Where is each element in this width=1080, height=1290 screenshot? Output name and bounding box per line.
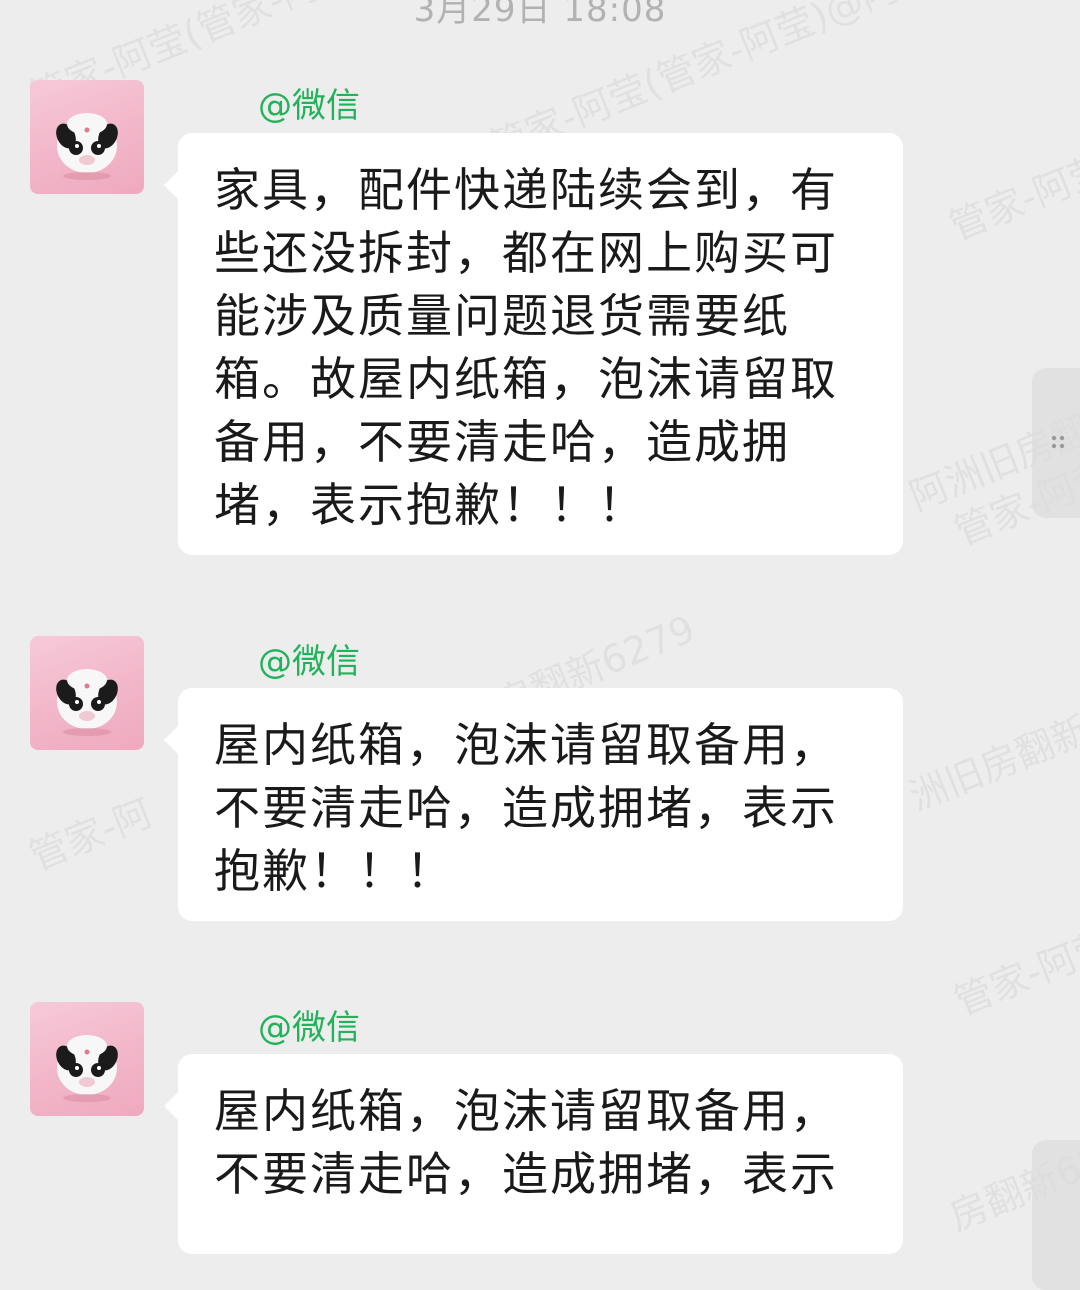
- watermark: 管家-阿莹: [943, 146, 1080, 250]
- sender-name: @微信: [258, 1008, 360, 1048]
- message-bubble[interactable]: 屋内纸箱，泡沫请留取备用，不要清走哈，造成拥堵，表示: [164, 1054, 903, 1254]
- message-bubble[interactable]: 家具，配件快递陆续会到，有些还没拆封，都在网上购买可能涉及质量问题退货需要纸箱。…: [164, 133, 903, 555]
- chat-timestamp: 3月29日 18:08: [413, 0, 667, 30]
- cow-plush-avatar: [56, 113, 118, 180]
- floating-drag-handle[interactable]: [1032, 368, 1080, 518]
- watermark: 管家-阿莹: [948, 921, 1080, 1025]
- sender-name: @微信: [258, 642, 360, 682]
- cow-plush-avatar: [56, 669, 118, 736]
- avatar[interactable]: [30, 1002, 144, 1116]
- floating-drag-handle[interactable]: [1032, 1140, 1080, 1290]
- drag-handle-icon: [1051, 435, 1065, 449]
- bubble-tail: [164, 1092, 178, 1120]
- watermark: 洲旧房翻新62: [903, 689, 1080, 820]
- avatar[interactable]: [30, 636, 144, 750]
- message-text: 屋内纸箱，泡沫请留取备用，不要清走哈，造成拥堵，表示抱歉！！！: [214, 718, 838, 898]
- cow-plush-avatar: [56, 1035, 118, 1102]
- message-text: 屋内纸箱，泡沫请留取备用，不要清走哈，造成拥堵，表示: [214, 1084, 838, 1201]
- bubble-tail: [164, 726, 178, 754]
- bubble-tail: [164, 171, 178, 199]
- message-bubble[interactable]: 屋内纸箱，泡沫请留取备用，不要清走哈，造成拥堵，表示抱歉！！！: [164, 688, 903, 921]
- avatar[interactable]: [30, 80, 144, 194]
- message-text: 家具，配件快递陆续会到，有些还没拆封，都在网上购买可能涉及质量问题退货需要纸箱。…: [214, 163, 838, 532]
- sender-name: @微信: [258, 86, 360, 126]
- watermark: 管家-阿: [23, 790, 159, 880]
